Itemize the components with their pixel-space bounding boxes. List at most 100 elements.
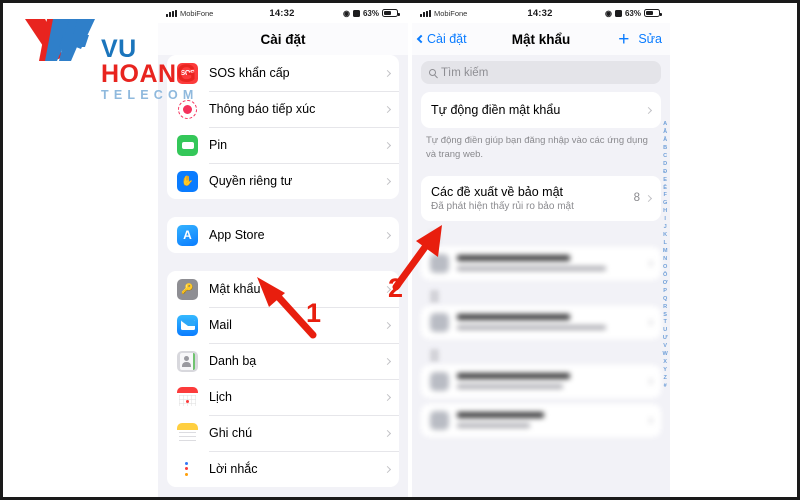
sidebar-item-mail[interactable]: Mail <box>167 307 399 343</box>
alphabet-index-letter[interactable]: J <box>664 224 667 232</box>
contacts-icon <box>177 350 198 372</box>
alphabet-index[interactable]: A Ă Â B C D Đ E Ê F G H I J K L M N O Ô Ơ P Q R S T U Ư V W X Y Z # <box>663 121 668 391</box>
alphabet-index-letter[interactable]: F <box>663 192 667 200</box>
battery-icon <box>644 9 662 17</box>
brand-name-line2: TELECOM <box>101 88 199 102</box>
search-input[interactable]: Tìm kiếm <box>421 61 661 84</box>
list-item-text <box>457 373 639 390</box>
row-label: SOS khẩn cấp <box>209 66 290 80</box>
security-title: Các đề xuất về bảo mật <box>431 184 564 199</box>
alphabet-index-letter[interactable]: G <box>663 200 668 208</box>
battery-percent-label: 63% <box>362 8 379 18</box>
alphabet-index-letter[interactable]: N <box>663 256 667 264</box>
saved-passwords-list[interactable] <box>412 230 670 437</box>
alphabet-index-letter[interactable]: C <box>663 153 667 161</box>
list-item[interactable] <box>421 246 661 280</box>
chevron-right-icon <box>645 318 654 326</box>
alphabet-index-letter[interactable]: H <box>663 208 667 216</box>
alphabet-index-letter[interactable]: Ă <box>663 129 667 137</box>
status-right-group: ◉ 63% <box>295 8 400 18</box>
chevron-right-icon <box>383 141 392 149</box>
row-label: Quyền riêng tư <box>209 174 293 188</box>
section-header <box>430 348 439 362</box>
alphabet-index-letter[interactable]: M <box>663 248 668 256</box>
section-header <box>430 230 439 244</box>
alphabet-index-letter[interactable]: X <box>663 359 667 367</box>
alphabet-index-letter[interactable]: Â <box>663 137 667 145</box>
alphabet-index-letter[interactable]: U <box>663 327 667 335</box>
autofill-passwords-row[interactable]: Tự động điền mật khẩu <box>421 92 661 128</box>
alphabet-index-letter[interactable]: W <box>663 351 668 359</box>
alphabet-index-letter[interactable]: E <box>663 177 667 185</box>
chevron-right-icon <box>644 194 653 202</box>
chevron-right-icon <box>383 465 392 473</box>
sidebar-item-app-store[interactable]: A App Store <box>167 217 399 253</box>
alphabet-index-letter[interactable]: Đ <box>663 169 667 177</box>
page-title-settings: Cài đặt <box>260 31 306 47</box>
list-item[interactable] <box>421 403 661 437</box>
lock-rotation-icon <box>614 9 622 17</box>
alphabet-index-letter[interactable]: S <box>663 312 667 320</box>
security-text: Các đề xuất về bảo mật Đã phát hiện thấy… <box>431 185 634 212</box>
chevron-right-icon <box>645 377 654 385</box>
alphabet-index-letter[interactable]: K <box>663 232 667 240</box>
chevron-right-icon <box>383 429 392 437</box>
chevron-right-icon <box>383 177 392 185</box>
alphabet-index-letter[interactable]: B <box>663 145 667 153</box>
row-label: App Store <box>209 228 265 242</box>
annotation-number-1: 1 <box>306 298 322 328</box>
alphabet-index-letter[interactable]: T <box>663 319 667 327</box>
list-item[interactable] <box>421 364 661 398</box>
page-title-passwords: Mật khẩu <box>511 31 571 47</box>
alphabet-index-letter[interactable]: Ô <box>663 272 668 280</box>
alphabet-index-letter[interactable]: O <box>663 264 668 272</box>
sidebar-item-reminders[interactable]: Lời nhắc <box>167 451 399 487</box>
alphabet-index-letter[interactable]: Z <box>663 375 667 383</box>
settings-scroll-area[interactable]: SOS SOS khẩn cấp Thông báo tiếp xúc Pin … <box>158 55 408 497</box>
sidebar-item-battery[interactable]: Pin <box>167 127 399 163</box>
row-label: Ghi chú <box>209 426 253 440</box>
avatar <box>430 371 449 391</box>
brand-name-line1: VU HOANG <box>101 35 197 88</box>
edit-button[interactable]: Sửa <box>638 32 662 46</box>
nav-actions: + Sửa <box>618 30 662 49</box>
sidebar-item-passwords[interactable]: 🔑 Mật khẩu <box>167 271 399 307</box>
alphabet-index-letter[interactable]: L <box>663 240 667 248</box>
battery-percent-label: 63% <box>624 8 641 18</box>
vu-hoang-logo-icon <box>25 19 95 61</box>
passwords-scroll-area[interactable]: Tìm kiếm Tự động điền mật khẩu Tự động đ… <box>412 55 670 497</box>
alphabet-index-letter[interactable]: Ơ <box>663 280 668 288</box>
clock-label: 14:32 <box>269 7 295 19</box>
alphabet-index-letter[interactable]: D <box>663 161 667 169</box>
alphabet-index-letter[interactable]: R <box>663 304 667 312</box>
alphabet-index-letter[interactable]: I <box>664 216 666 224</box>
alphabet-index-letter[interactable]: V <box>663 343 667 351</box>
status-left-group: MobiFone <box>420 9 527 18</box>
sidebar-item-contacts[interactable]: Danh bạ <box>167 343 399 379</box>
notes-icon <box>177 422 198 444</box>
chevron-right-icon <box>383 393 392 401</box>
search-icon <box>429 69 436 76</box>
settings-group-3: 🔑 Mật khẩu Mail Danh bạ Lịch Ghi chú Lời… <box>167 271 399 487</box>
lock-rotation-icon <box>352 9 360 17</box>
security-count-badge: 8 <box>633 192 640 205</box>
alphabet-index-letter[interactable]: Ê <box>663 185 667 193</box>
alphabet-index-letter[interactable]: A <box>663 121 667 129</box>
chevron-right-icon <box>383 231 392 239</box>
sidebar-item-calendar[interactable]: Lịch <box>167 379 399 415</box>
add-password-button[interactable]: + <box>618 30 629 49</box>
alphabet-index-letter[interactable]: P <box>663 288 667 296</box>
alphabet-index-letter[interactable]: Y <box>663 367 667 375</box>
back-button[interactable]: Cài đặt <box>416 32 467 46</box>
status-bar-right: MobiFone 14:32 ◉ 63% <box>412 3 670 23</box>
chevron-right-icon <box>644 106 653 114</box>
security-recommendations-row[interactable]: Các đề xuất về bảo mật Đã phát hiện thấy… <box>421 175 661 221</box>
sidebar-item-notes[interactable]: Ghi chú <box>167 415 399 451</box>
list-item[interactable] <box>421 305 661 339</box>
alphabet-index-letter[interactable]: Ư <box>663 335 668 343</box>
alphabet-index-letter[interactable]: # <box>664 383 667 391</box>
alphabet-index-letter[interactable]: Q <box>663 296 668 304</box>
signal-bars-icon <box>420 9 431 17</box>
section-header <box>430 289 439 303</box>
sidebar-item-privacy[interactable]: ✋ Quyền riêng tư <box>167 163 399 199</box>
